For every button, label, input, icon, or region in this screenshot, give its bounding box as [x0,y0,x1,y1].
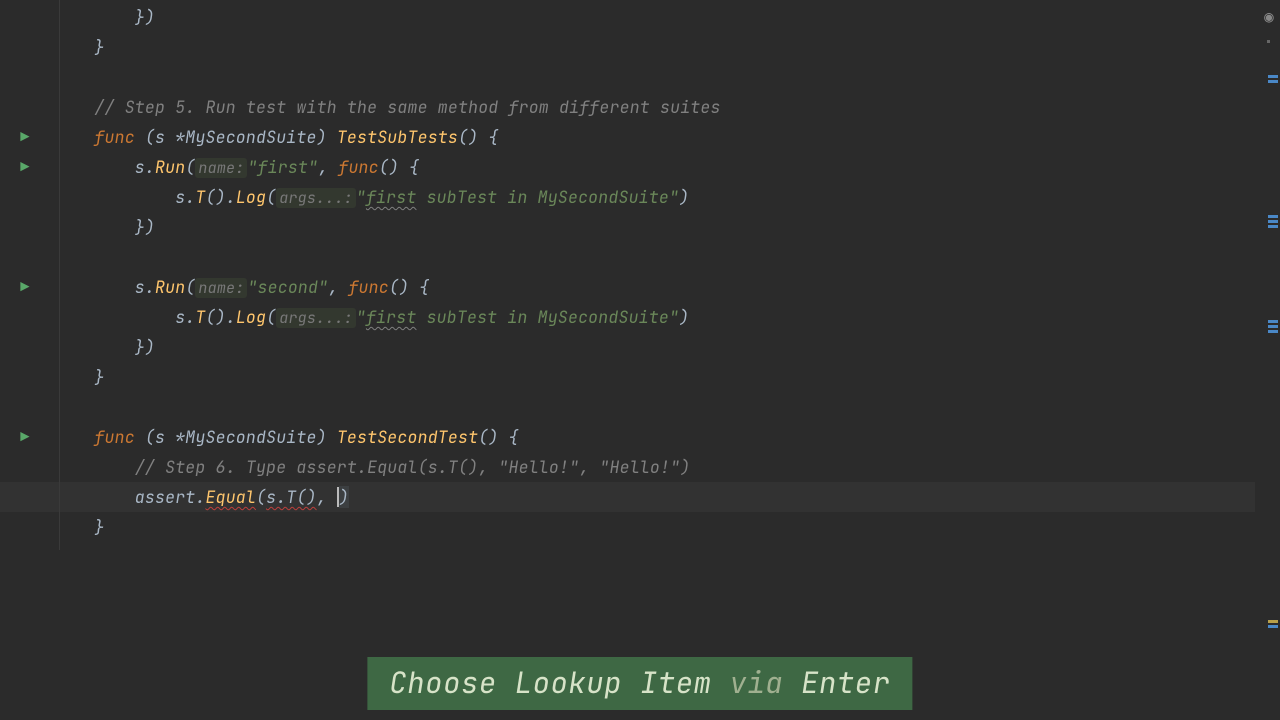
code-line[interactable]: s.Run(name:"second", func() { [50,276,429,298]
code-line[interactable]: } [50,366,105,388]
code-line[interactable]: // Step 6. Type assert.Equal(s.T(), "Hel… [50,456,690,478]
code-line[interactable]: }) [50,216,155,238]
text-cursor [337,487,339,507]
code-line-active[interactable]: assert.Equal(s.T(), ) [50,486,349,508]
run-gutter-icon[interactable]: ▶ [20,127,29,147]
param-hint: name: [195,278,247,298]
code-line[interactable]: } [50,516,105,538]
code-line[interactable]: s.Run(name:"first", func() { [50,156,419,178]
lesson-hint-banner: Choose Lookup Item via Enter [367,657,912,710]
code-line[interactable]: func (s *MySecondSuite) TestSecondTest()… [50,426,519,448]
inspections-eye-icon[interactable]: ◉ [1264,6,1274,27]
run-gutter-icon[interactable]: ▶ [20,427,29,447]
error-stripe[interactable]: ◉ [1262,0,1280,720]
code-line[interactable]: s.T().Log(args...:"first subTest in MySe… [50,306,689,328]
run-gutter-icon[interactable]: ▶ [20,157,29,177]
code-line[interactable]: // Step 5. Run test with the same method… [50,96,721,118]
param-hint: name: [195,158,247,178]
code-line[interactable]: }) [50,6,155,28]
code-line[interactable]: }) [50,336,155,358]
run-gutter-icon[interactable]: ▶ [20,277,29,297]
code-line[interactable]: s.T().Log(args...:"first subTest in MySe… [50,186,689,208]
param-hint: args...: [276,188,356,208]
code-editor[interactable]: }) } // Step 5. Run test with the same m… [0,0,1255,542]
param-hint: args...: [276,308,356,328]
code-line[interactable]: } [50,36,105,58]
code-line[interactable]: func (s *MySecondSuite) TestSubTests() { [50,126,498,148]
